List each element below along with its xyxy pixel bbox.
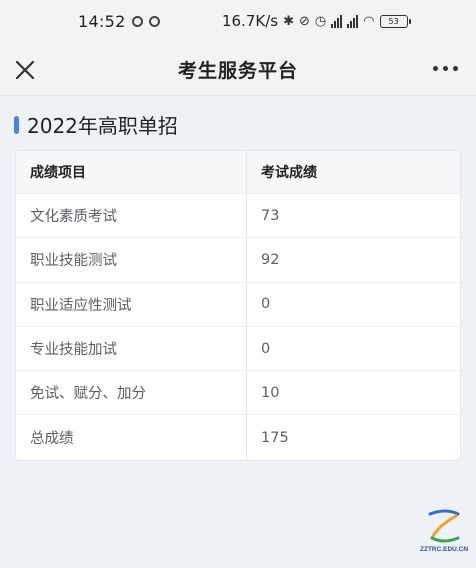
table-row: 职业适应性测试 0 bbox=[16, 282, 460, 327]
row-item: 文化素质考试 bbox=[16, 194, 247, 238]
watermark-text: ZZTRC.EDU.CN bbox=[420, 546, 469, 553]
row-item: 职业技能测试 bbox=[16, 238, 247, 282]
table-row: 免试、赋分、加分 10 bbox=[16, 371, 460, 416]
bluetooth-icon: ✱ bbox=[283, 13, 295, 29]
section-title: 2022年高职单招 bbox=[27, 114, 178, 138]
more-menu-icon[interactable] bbox=[433, 66, 458, 71]
table-row: 总成绩 175 bbox=[16, 415, 460, 460]
battery-icon: 53 bbox=[379, 14, 411, 28]
logo-icon bbox=[428, 509, 460, 543]
row-score: 92 bbox=[261, 251, 280, 268]
row-score: 10 bbox=[261, 384, 280, 401]
clock: 14:52 bbox=[78, 12, 126, 31]
status-right: 16.7K/s ✱ ⊘ ◷ ◠ 53 bbox=[222, 12, 411, 30]
header-score: 考试成绩 bbox=[261, 165, 317, 181]
score-table: 成绩项目 考试成绩 文化素质考试 73 职业技能测试 92 职业适应性测试 0 … bbox=[15, 150, 461, 461]
row-score: 0 bbox=[261, 296, 271, 313]
status-bar: 14:52 16.7K/s ✱ ⊘ ◷ ◠ 53 bbox=[0, 0, 476, 44]
section-header: 2022年高职单招 bbox=[14, 110, 178, 139]
network-speed: 16.7K/s bbox=[222, 12, 279, 30]
row-score: 175 bbox=[261, 429, 289, 446]
row-item: 免试、赋分、加分 bbox=[16, 371, 247, 415]
row-score: 73 bbox=[261, 207, 280, 224]
row-item: 专业技能加试 bbox=[16, 326, 247, 371]
nav-bar: 考生服务平台 bbox=[0, 44, 476, 96]
sync-icon bbox=[131, 16, 143, 27]
watermark-logo: ZZTRC.EDU.CN bbox=[420, 508, 469, 558]
close-icon[interactable] bbox=[12, 57, 38, 83]
wifi-icon: ◠ bbox=[363, 13, 375, 29]
row-item: 职业适应性测试 bbox=[16, 282, 247, 326]
notification-icon bbox=[148, 16, 160, 27]
table-row: 文化素质考试 73 bbox=[16, 194, 460, 239]
signal-2-icon bbox=[347, 14, 359, 28]
header-item: 成绩项目 bbox=[16, 151, 247, 193]
signal-1-icon bbox=[331, 14, 343, 28]
row-item: 总成绩 bbox=[16, 415, 247, 460]
table-row: 专业技能加试 0 bbox=[16, 326, 460, 372]
alarm-icon: ◷ bbox=[314, 13, 327, 29]
row-score: 0 bbox=[261, 340, 271, 357]
status-left: 14:52 bbox=[78, 12, 160, 31]
table-row: 职业技能测试 92 bbox=[16, 238, 460, 283]
table-header: 成绩项目 考试成绩 bbox=[16, 151, 460, 194]
mute-icon: ⊘ bbox=[299, 13, 310, 29]
page-title: 考生服务平台 bbox=[177, 60, 298, 82]
accent-bar bbox=[14, 115, 19, 134]
